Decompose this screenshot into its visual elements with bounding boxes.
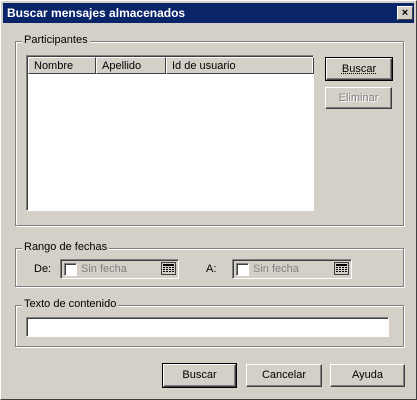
to-label: A: xyxy=(206,263,217,275)
column-header-id-de-usuario[interactable]: Id de usuario xyxy=(166,57,314,74)
to-date-checkbox[interactable] xyxy=(236,263,249,276)
search-participants-button[interactable]: Buscar xyxy=(325,57,393,81)
participants-list[interactable]: Nombre Apellido Id de usuario xyxy=(26,55,314,211)
participants-list-header: Nombre Apellido Id de usuario xyxy=(28,57,314,74)
cancel-button[interactable]: Cancelar xyxy=(246,364,322,387)
help-button[interactable]: Ayuda xyxy=(330,364,405,387)
column-label: Id de usuario xyxy=(172,60,236,72)
content-text-legend: Texto de contenido xyxy=(22,298,119,310)
column-label: Nombre xyxy=(34,60,74,72)
content-text-input[interactable] xyxy=(26,317,389,337)
cancel-button-label: Cancelar xyxy=(261,369,307,381)
column-header-nombre[interactable]: Nombre xyxy=(28,57,96,74)
calendar-icon[interactable] xyxy=(334,262,349,275)
from-date-checkbox[interactable] xyxy=(64,263,77,276)
from-label: De: xyxy=(34,263,52,275)
remove-participant-label: Eliminar xyxy=(338,92,379,104)
to-date-picker[interactable]: Sin fecha xyxy=(232,259,352,279)
column-label: Apellido xyxy=(102,60,142,72)
calendar-icon[interactable] xyxy=(161,262,176,275)
search-button-label: Buscar xyxy=(182,369,217,381)
column-header-apellido[interactable]: Apellido xyxy=(96,57,166,74)
search-button[interactable]: Buscar xyxy=(162,363,237,388)
close-icon: × xyxy=(401,7,409,19)
window-title: Buscar mensajes almacenados xyxy=(7,6,186,20)
remove-participant-button[interactable]: Eliminar xyxy=(325,87,392,109)
from-date-picker[interactable]: Sin fecha xyxy=(60,259,179,279)
close-button[interactable]: × xyxy=(397,6,413,20)
search-stored-messages-dialog: Buscar mensajes almacenados × Participan… xyxy=(0,0,417,400)
search-participants-label: Buscar xyxy=(341,63,377,75)
title-bar[interactable]: Buscar mensajes almacenados × xyxy=(3,3,414,23)
date-range-legend: Rango de fechas xyxy=(22,241,110,253)
help-button-label: Ayuda xyxy=(352,369,383,381)
to-date-value: Sin fecha xyxy=(253,263,299,275)
participants-legend: Participantes xyxy=(22,34,90,46)
from-date-value: Sin fecha xyxy=(81,263,127,275)
